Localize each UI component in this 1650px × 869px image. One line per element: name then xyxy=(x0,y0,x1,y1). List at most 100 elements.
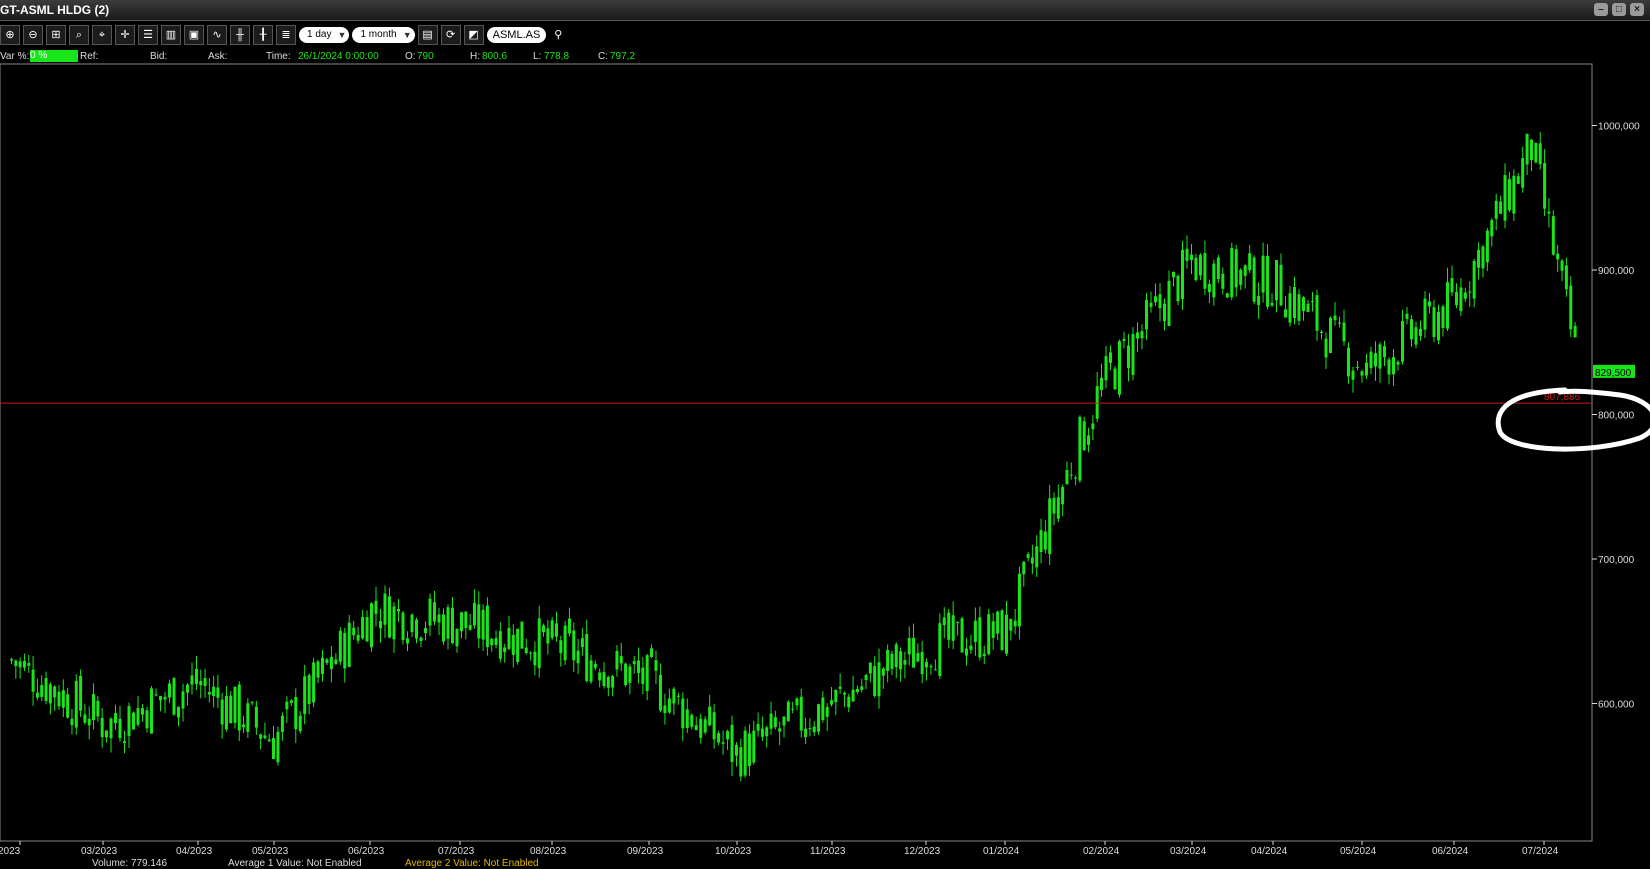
candle-body xyxy=(267,739,271,742)
candle-body xyxy=(699,718,703,738)
candle-body xyxy=(1432,307,1436,337)
candle-body xyxy=(624,663,628,686)
candle-body xyxy=(933,669,937,671)
candle-body xyxy=(1257,295,1261,305)
candle-body xyxy=(580,638,584,648)
zoom-area-icon[interactable]: ⌕ xyxy=(69,25,89,45)
minimize-button[interactable]: – xyxy=(1594,3,1608,16)
average2-readout: Average 2 Value: Not Enabled xyxy=(405,858,539,869)
candle-body xyxy=(123,741,126,744)
chart-frame-icon[interactable]: ▣ xyxy=(184,25,204,45)
candle-body xyxy=(1207,283,1211,293)
candle-body xyxy=(172,678,176,715)
symbol-input[interactable]: ASML.AS xyxy=(486,27,547,43)
candle-body xyxy=(947,612,951,640)
candle-body xyxy=(1074,477,1078,479)
refresh-icon[interactable]: ⟳ xyxy=(440,25,461,45)
candle-body xyxy=(1547,211,1551,214)
candle-body xyxy=(1347,347,1350,377)
candle-body xyxy=(1091,423,1095,430)
candle-body xyxy=(920,651,924,675)
candle-body xyxy=(830,700,833,705)
candle-body xyxy=(1320,331,1323,333)
range-select[interactable]: 1 month ▼ xyxy=(352,27,415,43)
candle-body xyxy=(334,659,338,664)
candle-body xyxy=(1261,255,1265,293)
candle-body xyxy=(1095,386,1099,419)
var-value: 0 % xyxy=(30,50,78,62)
candle-body xyxy=(685,709,689,728)
candle-body xyxy=(903,659,907,665)
candle-body xyxy=(632,661,636,665)
candle-body xyxy=(289,700,293,704)
candle-body xyxy=(516,628,520,663)
candle-body xyxy=(1538,143,1542,165)
search-icon[interactable]: ⚲ xyxy=(549,26,568,44)
y-tick-label: 1000,000 xyxy=(1598,122,1640,133)
price-chart[interactable]: 600,000 700,000 800,000 900,000 1000,000 202… xyxy=(0,0,1650,869)
candle-body xyxy=(22,660,26,668)
grid-h-icon[interactable]: ☰ xyxy=(138,25,158,45)
candle-body xyxy=(1061,487,1065,505)
candle-body xyxy=(460,612,463,632)
close-button[interactable]: × xyxy=(1630,3,1644,16)
maximize-button[interactable]: □ xyxy=(1612,3,1626,16)
candle-body xyxy=(1383,346,1386,358)
candle-body xyxy=(118,718,122,739)
candlestick-icon[interactable]: ╫ xyxy=(230,25,250,45)
low-value: 778,8 xyxy=(544,51,570,62)
grid-v-icon[interactable]: ▥ xyxy=(161,25,181,45)
close-label: C: xyxy=(598,51,608,62)
candle-body xyxy=(1225,293,1229,298)
window-titlebar[interactable]: GT-ASML HLDG (2) – □ × xyxy=(0,0,1650,21)
high-label: H: xyxy=(470,51,480,62)
candle-body xyxy=(520,621,524,649)
candle-body xyxy=(1530,139,1533,160)
candle-body xyxy=(163,696,167,700)
candle-body xyxy=(1333,315,1337,321)
zoom-in-icon[interactable]: ⊕ xyxy=(0,25,20,45)
x-tick-label: 10/2023 xyxy=(715,846,752,857)
candle-body xyxy=(224,696,228,730)
candle-body xyxy=(978,617,982,658)
properties-icon[interactable]: ≣ xyxy=(276,25,296,45)
candle-body xyxy=(498,631,502,659)
line-chart-icon[interactable]: ∿ xyxy=(207,25,227,45)
reference-line[interactable]: 807,886 xyxy=(0,392,1592,404)
candle-body xyxy=(1351,370,1355,380)
bar-chart-icon[interactable]: ╂ xyxy=(253,25,273,45)
color-icon[interactable]: ◩ xyxy=(463,25,484,45)
candle-body xyxy=(1203,253,1207,289)
candle-body xyxy=(177,706,180,718)
candle-body xyxy=(263,735,267,739)
candle-body xyxy=(1005,614,1008,654)
candle-body xyxy=(817,704,821,732)
save-icon[interactable]: ▤ xyxy=(417,25,438,45)
candle-body xyxy=(406,638,409,644)
y-tick-label: 900,000 xyxy=(1598,266,1635,277)
candle-body xyxy=(708,706,712,726)
last-price-marker: 829,500 xyxy=(1593,364,1635,379)
candle-body xyxy=(1087,435,1091,445)
candle-body xyxy=(485,605,489,648)
candle-body xyxy=(481,609,485,640)
candle-body xyxy=(242,724,246,728)
period-select[interactable]: 1 day ▼ xyxy=(299,27,350,43)
candle-body xyxy=(956,621,960,623)
crosshair-icon[interactable]: ✛ xyxy=(115,25,135,45)
zoom-fit-icon[interactable]: ⊞ xyxy=(46,25,66,45)
candle-body xyxy=(294,697,298,730)
zoom-reset-icon[interactable]: ⌖ xyxy=(92,25,112,45)
candle-body xyxy=(154,694,158,696)
candle-body xyxy=(681,698,685,729)
candle-body xyxy=(383,593,387,625)
candle-body xyxy=(567,618,571,634)
candle-body xyxy=(207,692,211,695)
candle-body xyxy=(272,738,275,760)
candle-body xyxy=(1556,253,1560,260)
zoom-out-icon[interactable]: ⊖ xyxy=(23,25,43,45)
x-tick-label: 07/2024 xyxy=(1522,846,1559,857)
candle-body xyxy=(229,695,233,724)
candle-body xyxy=(606,676,610,688)
x-axis: 2023 03/2023 04/2023 05/2023 06/2023 07/2023 0… xyxy=(0,841,1559,857)
